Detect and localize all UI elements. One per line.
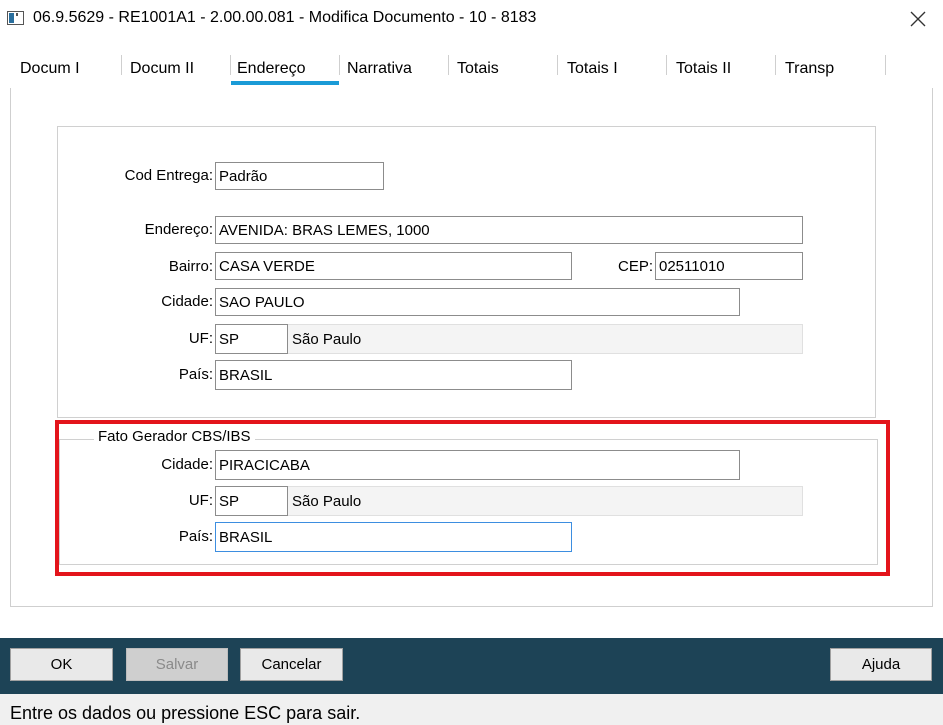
highlight-annotation-box [55,420,890,576]
cod-entrega-field[interactable] [215,162,384,190]
cidade-label: Cidade: [161,293,213,310]
status-message: Entre os dados ou pressione ESC para sai… [10,703,361,723]
endereco-field[interactable] [215,216,803,244]
cep-field[interactable] [655,252,803,280]
active-tab-indicator [231,81,339,85]
tab-separator [121,55,122,75]
ok-button[interactable]: OK [10,648,113,681]
tab-separator [666,55,667,75]
close-button[interactable] [903,4,933,34]
tab-separator [885,55,886,75]
cancelar-button[interactable]: Cancelar [240,648,343,681]
bairro-label: Bairro: [168,258,213,275]
pais-label: País: [178,366,213,383]
endereco-label: Endereço: [144,221,213,238]
ajuda-button[interactable]: Ajuda [830,648,932,681]
cidade-field[interactable] [215,288,740,316]
tab-separator [230,55,231,75]
tab-separator [339,55,340,75]
tab-separator [775,55,776,75]
tab-separator [557,55,558,75]
bairro-field[interactable] [215,252,572,280]
close-icon [910,11,926,27]
tab-separator [448,55,449,75]
uf-label: UF: [188,330,213,347]
salvar-button[interactable]: Salvar [126,648,228,681]
uf-field[interactable] [215,324,288,354]
window-title: 06.9.5629 - RE1001A1 - 2.00.00.081 - Mod… [33,9,537,26]
window-app-icon [7,11,24,25]
uf-description: São Paulo [286,324,803,354]
pais-field[interactable] [215,360,572,390]
cod-entrega-label: Cod Entrega: [124,167,213,184]
cep-label: CEP: [617,258,653,275]
